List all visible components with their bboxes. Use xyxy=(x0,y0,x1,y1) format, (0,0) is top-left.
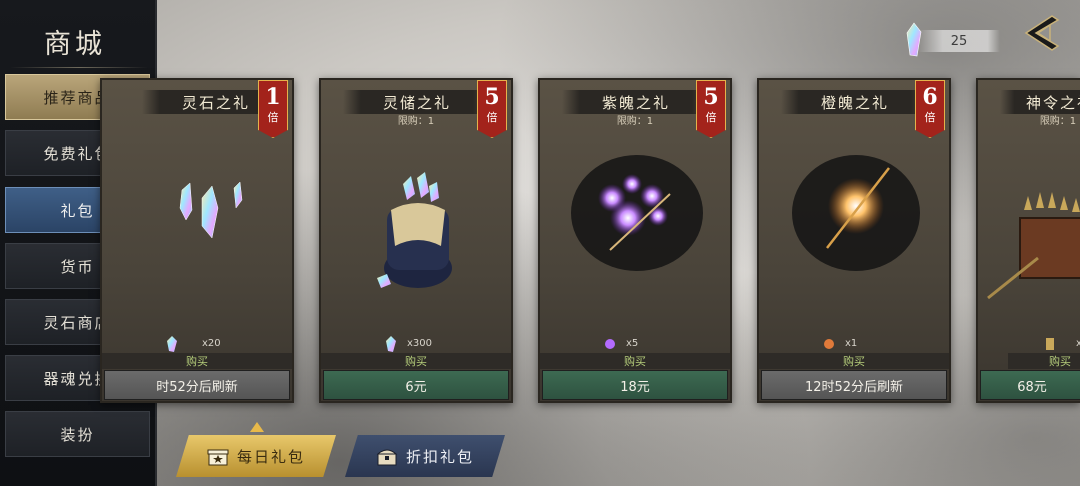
item-count: x1 xyxy=(845,338,858,349)
multiplier-unit: 倍 xyxy=(924,111,936,124)
purchase-limit: 限购：1 xyxy=(397,116,435,127)
item-count-row: x1 xyxy=(978,335,1080,353)
refresh-timer-button[interactable]: 时52分后刷新 xyxy=(104,370,290,400)
crystal-cluster-icon xyxy=(179,181,243,239)
page-title: 商城 xyxy=(44,29,106,60)
purchase-limit: 限购：1 xyxy=(1039,116,1077,127)
item-count-row: x20 xyxy=(102,335,292,353)
pack-card-orange-soul[interactable]: 橙魄之礼 6 倍 x1 购买 12时52分后刷新 xyxy=(757,78,951,403)
item-count: x300 xyxy=(407,338,433,349)
price-button[interactable]: 68元 xyxy=(980,370,1080,400)
weapon-rack-icon xyxy=(987,192,1080,300)
item-count-row: x300 xyxy=(321,335,511,353)
buy-label: 购买 xyxy=(540,353,730,369)
multiplier-badge: 6 倍 xyxy=(915,80,945,138)
multiplier-value: 6 xyxy=(922,84,938,110)
multiplier-value: 1 xyxy=(265,84,281,110)
item-count-row: x5 xyxy=(540,335,730,353)
multiplier-unit: 倍 xyxy=(705,111,717,124)
crystal-small-icon xyxy=(386,336,396,352)
multiplier-unit: 倍 xyxy=(486,111,498,124)
weapon-small-icon xyxy=(1046,338,1054,350)
card-title: 紫魄之礼 xyxy=(562,90,710,114)
tab-daily-packs[interactable]: 每日礼包 xyxy=(176,435,336,477)
orange-orb-small-icon xyxy=(824,339,834,349)
tab-label: 折扣礼包 xyxy=(405,447,474,466)
multiplier-badge: 5 倍 xyxy=(696,80,726,138)
orange-soul-orb-icon xyxy=(792,155,920,271)
card-title: 神令之礼 xyxy=(1000,90,1080,114)
card-title: 橙魄之礼 xyxy=(781,90,929,114)
treasure-chest-icon xyxy=(376,449,398,466)
crystal-small-icon xyxy=(167,336,177,352)
pack-card-purple-soul[interactable]: 紫魄之礼 限购：1 5 倍 x5 购买 18元 xyxy=(538,78,732,403)
pack-card-spirit-stone[interactable]: 灵石之礼 1 倍 x20 购买 时52分后刷新 xyxy=(100,78,294,403)
sidebar-item-cosmetics[interactable]: 装扮 xyxy=(5,411,150,457)
buy-label: 购买 xyxy=(1008,353,1080,369)
multiplier-badge: 1 倍 xyxy=(258,80,288,138)
item-count-row: x1 xyxy=(759,335,949,353)
tab-label: 每日礼包 xyxy=(236,447,305,466)
divider xyxy=(10,67,148,68)
active-tab-indicator-icon xyxy=(250,422,264,432)
pack-card-divine-order[interactable]: 神令之礼 限购：1 x1 购买 68元 xyxy=(976,78,1080,403)
back-arrow-icon[interactable] xyxy=(1022,12,1062,54)
item-count: x1 xyxy=(1076,338,1080,349)
currency-amount: 25 xyxy=(918,30,1000,52)
item-count: x20 xyxy=(202,338,221,349)
tab-discount-packs[interactable]: 折扣礼包 xyxy=(345,435,505,477)
price-button[interactable]: 18元 xyxy=(542,370,728,400)
pack-card-spirit-storage[interactable]: 灵储之礼 限购：1 5 倍 x300 购买 6元 xyxy=(319,78,513,403)
multiplier-unit: 倍 xyxy=(267,111,279,124)
refresh-timer-button[interactable]: 12时52分后刷新 xyxy=(761,370,947,400)
buy-label: 购买 xyxy=(102,353,292,369)
purple-soul-orb-icon xyxy=(571,155,703,271)
purchase-limit: 限购：1 xyxy=(616,116,654,127)
multiplier-badge: 5 倍 xyxy=(477,80,507,138)
multiplier-value: 5 xyxy=(484,84,500,110)
buy-label: 购买 xyxy=(759,353,949,369)
item-count: x5 xyxy=(626,338,639,349)
purple-orb-small-icon xyxy=(605,339,615,349)
price-button[interactable]: 6元 xyxy=(323,370,509,400)
crystal-sack-icon xyxy=(377,172,452,288)
multiplier-value: 5 xyxy=(703,84,719,110)
gift-box-icon xyxy=(207,449,229,466)
buy-label: 购买 xyxy=(321,353,511,369)
card-title: 灵储之礼 xyxy=(343,90,491,114)
